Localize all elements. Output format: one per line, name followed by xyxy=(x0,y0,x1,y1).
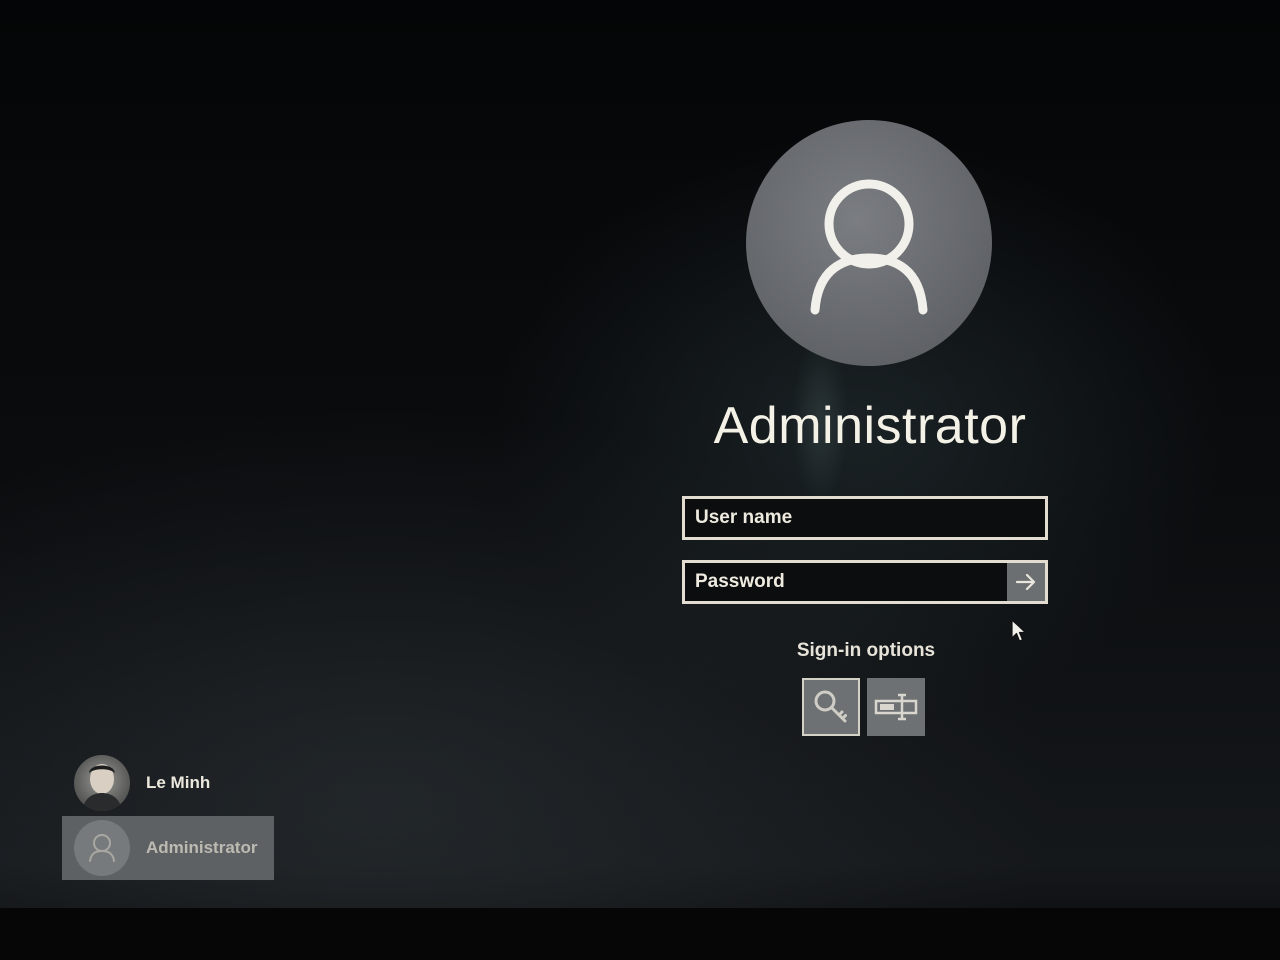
submit-button[interactable] xyxy=(1007,563,1045,601)
lock-screen-background: Administrator Sign-in options xyxy=(0,0,1280,960)
photo-avatar xyxy=(74,755,130,811)
certificate-icon xyxy=(874,693,918,721)
username-field[interactable] xyxy=(682,496,1048,540)
arrow-right-icon xyxy=(1015,573,1036,591)
default-user-icon xyxy=(810,179,928,315)
user-tile-le-minh[interactable]: Le Minh xyxy=(62,752,272,814)
monitor-bezel xyxy=(0,908,1280,960)
user-tile-name: Le Minh xyxy=(146,773,211,792)
username-input[interactable] xyxy=(685,499,1045,537)
account-avatar xyxy=(746,120,992,366)
smart-card-signin-option-button[interactable] xyxy=(867,678,925,736)
password-signin-option-button[interactable] xyxy=(802,678,860,736)
password-input[interactable] xyxy=(685,563,1011,601)
password-field[interactable] xyxy=(682,560,1048,604)
key-icon xyxy=(814,690,847,723)
mouse-pointer-icon xyxy=(1010,618,1028,649)
account-name-title: Administrator xyxy=(713,397,1027,455)
signin-options-link[interactable]: Sign-in options xyxy=(760,640,972,662)
user-tile-name: Administrator xyxy=(146,838,258,857)
user-tile-administrator[interactable]: Administrator xyxy=(62,816,274,880)
default-user-icon xyxy=(74,820,130,876)
